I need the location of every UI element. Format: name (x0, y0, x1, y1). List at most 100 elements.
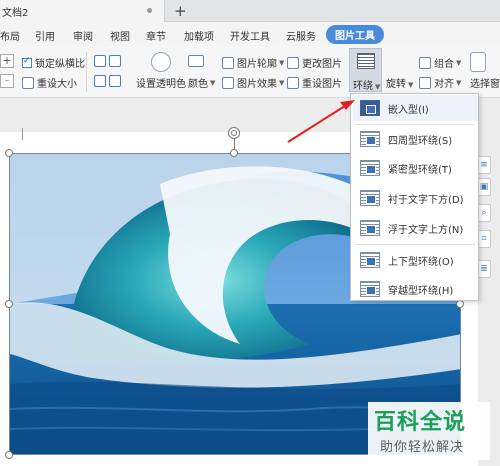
color-label: 颜色 (188, 79, 208, 90)
reset-size-label: 重设大小 (37, 79, 77, 90)
menu-review[interactable]: 审阅 (73, 28, 93, 43)
compress-icon (94, 75, 106, 87)
wrap-option-square[interactable]: 四周型环绕(S) (353, 126, 478, 152)
wrap-text-icon (357, 53, 375, 69)
square-wrap-icon (360, 131, 380, 147)
wrap-option-label: 上下型环绕(O) (388, 256, 454, 268)
color-tool-top[interactable] (188, 55, 207, 67)
tab-close-dot-icon[interactable] (147, 8, 152, 13)
resize-handle-bottom-left[interactable] (5, 451, 13, 459)
set-transparent-button[interactable]: 设置透明色 (136, 52, 186, 90)
wrap-option-label: 穿越型环绕(H) (388, 285, 454, 297)
menu-addins[interactable]: 加载项 (184, 28, 214, 43)
effects-dropdown[interactable]: 图片效果 ▼ (222, 75, 284, 90)
lock-ratio-label: 锁定纵横比 (35, 59, 85, 70)
ribbon-separator (86, 52, 87, 92)
color-dropdown[interactable]: 颜色 ▼ (188, 75, 216, 91)
wrap-option-label: 浮于文字上方(N) (388, 224, 464, 236)
outline-dropdown[interactable]: 图片轮廓 ▼ (222, 55, 284, 70)
side-tool-crop[interactable]: ▣ (477, 178, 491, 196)
top-bottom-wrap-icon (360, 252, 380, 268)
rotate-label: 旋转 ▼ (386, 79, 414, 90)
clarity-icon (109, 75, 121, 87)
selection-pane-icon (470, 52, 486, 72)
crop-tools-top[interactable] (94, 55, 124, 67)
wrap-dropdown-menu: 嵌入型(I) 四周型环绕(S) 紧密型环绕(T) 衬于文字下方(D) 浮于文字上… (350, 93, 479, 301)
menu-developer[interactable]: 开发工具 (230, 28, 270, 43)
menu-separator (356, 124, 475, 125)
reset-size-button[interactable]: 重设大小 (22, 75, 77, 90)
tab-bar: 文档2 + (0, 0, 500, 22)
side-tool-zoom-icon[interactable]: ⌕ (477, 204, 491, 222)
resize-handle-left[interactable] (5, 300, 13, 308)
reset-image-icon (287, 76, 299, 89)
lock-ratio-checkbox[interactable]: 锁定纵横比 (22, 55, 85, 70)
reset-image-label: 重设图片 (302, 79, 342, 90)
wrap-button[interactable]: 环绕 ▼ (349, 48, 382, 92)
wrap-option-top-bottom[interactable]: 上下型环绕(O) (353, 247, 478, 273)
wrap-option-inline[interactable]: 嵌入型(I) (353, 95, 478, 121)
side-tool-layout[interactable]: ≡ (477, 156, 491, 174)
crop-shape-icon (109, 55, 121, 67)
checkbox-checked-icon (22, 56, 32, 68)
menu-layout[interactable]: 布局 (0, 28, 20, 43)
resize-handle-top[interactable] (230, 149, 238, 157)
new-tab-button[interactable]: + (174, 1, 187, 21)
transparent-color-icon (151, 52, 171, 72)
effects-label: 图片效果 (237, 79, 277, 90)
document-tab-title: 文档2 (2, 7, 29, 19)
chevron-down-icon: ▼ (279, 78, 285, 87)
wrap-option-in-front[interactable]: 浮于文字上方(N) (353, 215, 478, 241)
wrap-option-label: 紧密型环绕(T) (388, 164, 452, 176)
group-icon (419, 56, 431, 69)
menu-section[interactable]: 章节 (146, 28, 166, 43)
decrease-button[interactable]: – (0, 74, 14, 88)
chevron-down-icon: ▼ (279, 58, 285, 67)
wrap-option-tight[interactable]: 紧密型环绕(T) (353, 155, 478, 181)
page-margin-marker (22, 128, 23, 140)
align-label: 对齐 (434, 79, 454, 90)
reset-size-icon (22, 76, 34, 89)
effects-icon (222, 76, 234, 89)
menu-references[interactable]: 引用 (35, 28, 55, 43)
outline-icon (222, 56, 234, 69)
wrap-option-behind-text[interactable]: 衬于文字下方(D) (353, 185, 478, 211)
reset-image-button[interactable]: 重设图片 (287, 75, 342, 90)
ribbon (0, 46, 500, 98)
rotate-handle-icon[interactable] (228, 127, 240, 139)
set-transparent-label: 设置透明色 (136, 79, 186, 90)
inline-wrap-icon (360, 100, 380, 116)
rotate-button[interactable]: 旋转 ▼ (386, 52, 413, 90)
behind-text-icon (360, 190, 380, 206)
chevron-down-icon: ▼ (456, 58, 462, 67)
outline-label: 图片轮廓 (237, 59, 277, 70)
through-wrap-icon (360, 281, 380, 297)
menu-separator (356, 244, 475, 245)
menu-cloud[interactable]: 云服务 (286, 28, 316, 43)
group-label: 组合 (434, 59, 454, 70)
side-tool-more[interactable]: ≣ (477, 260, 491, 278)
in-front-text-icon (360, 220, 380, 236)
align-dropdown[interactable]: 对齐 ▼ (419, 75, 461, 90)
wrap-option-label: 嵌入型(I) (388, 104, 429, 116)
wrap-option-through[interactable]: 穿越型环绕(H) (353, 276, 478, 302)
align-icon (419, 76, 431, 89)
watermark-title: 百科全说 (374, 410, 467, 435)
watermark: 百科全说 助你轻松解决 (368, 402, 490, 460)
menu-view[interactable]: 视图 (110, 28, 130, 43)
resize-handle-top-left[interactable] (5, 149, 13, 157)
chevron-down-icon: ▼ (210, 78, 216, 87)
increase-button[interactable]: + (0, 54, 14, 68)
menu-picture-tools[interactable]: 图片工具 (326, 25, 384, 44)
group-dropdown[interactable]: 组合 ▼ (419, 55, 461, 70)
tight-wrap-icon (360, 160, 380, 176)
watermark-subtitle: 助你轻松解决 (380, 440, 465, 455)
change-image-icon (287, 56, 299, 69)
side-tool-crop-icon[interactable]: ⌗ (477, 230, 491, 248)
wrap-option-label: 四周型环绕(S) (388, 135, 453, 147)
document-tab[interactable]: 文档2 (0, 0, 165, 22)
picture-color-icon (188, 55, 204, 67)
crop-icon (94, 55, 106, 67)
crop-tools-bottom[interactable] (94, 75, 124, 87)
change-image-button[interactable]: 更改图片 (287, 55, 342, 70)
